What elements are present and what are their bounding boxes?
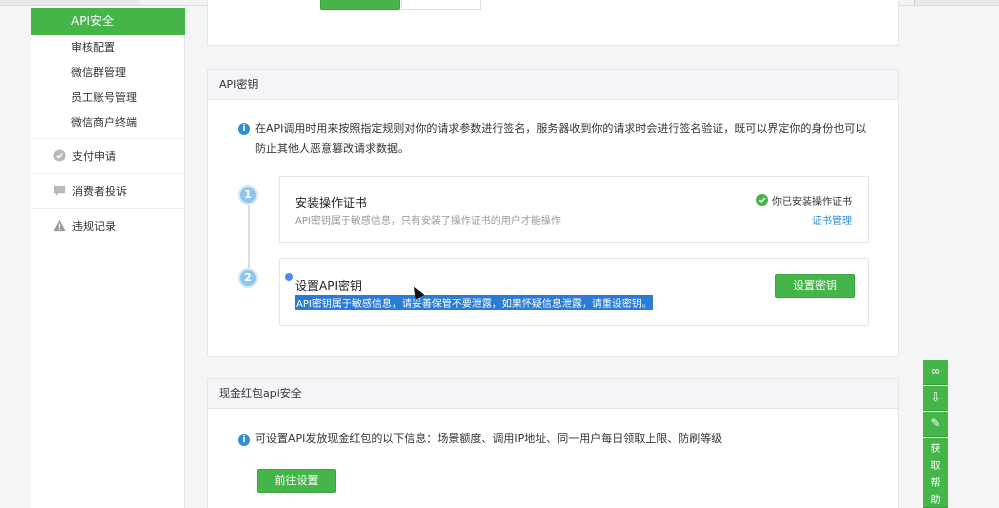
certificate-status: 你已安装操作证书 xyxy=(772,197,852,208)
help-button[interactable]: 获取帮助 xyxy=(923,438,948,508)
sidebar-item-consumer-complaints[interactable]: 消费者投诉 xyxy=(31,173,185,206)
red-packet-info-text: 可设置API发放现金红包的以下信息：场景额度、调用IP地址、同一用户每日领取上限… xyxy=(255,432,723,445)
download-icon: ⇩ xyxy=(930,390,941,404)
card-title: API密钥 xyxy=(208,70,898,100)
step-number-badge: 1 xyxy=(238,185,258,205)
sidebar-item-review-config[interactable]: 审核配置 xyxy=(71,39,115,55)
step-set-api-key: 设置API密钥 API密钥属于敏感信息，请妥善保管不要泄露，如果怀疑信息泄露，请… xyxy=(279,258,869,326)
certificate-card xyxy=(207,0,899,46)
step-title: 设置API密钥 xyxy=(295,279,362,293)
edit-tool-button[interactable]: ✎ xyxy=(923,412,948,437)
sidebar-item-merchant-terminal[interactable]: 微信商户终端 xyxy=(71,114,137,130)
step-title: 安装操作证书 xyxy=(295,196,368,210)
api-key-info-text: 在API调用时用来按照指定规则对你的请求参数进行签名，服务器收到你的请求时会进行… xyxy=(255,122,867,155)
sidebar-item-label: 支付申请 xyxy=(72,150,116,163)
focus-dot xyxy=(285,273,293,281)
step-description: API密钥属于敏感信息，请妥善保管不要泄露，如果怀疑信息泄露，请重设密钥。 xyxy=(295,295,653,310)
sidebar-item-staff-accounts[interactable]: 员工账号管理 xyxy=(71,89,137,105)
sidebar-item-label: 违规记录 xyxy=(72,220,116,233)
sidebar-item-api-security[interactable]: API安全 xyxy=(31,8,185,35)
warning-icon xyxy=(53,219,66,232)
sidebar-item-wechat-group[interactable]: 微信群管理 xyxy=(71,64,126,80)
certificate-manage-link[interactable]: 证书管理 xyxy=(812,212,852,227)
certificate-secondary-button[interactable] xyxy=(401,0,481,10)
chat-bubble-icon xyxy=(53,185,66,197)
info-icon: i xyxy=(238,434,250,446)
check-circle-icon xyxy=(53,149,66,162)
help-label: 获取帮助 xyxy=(930,444,941,506)
download-tool-button[interactable]: ⇩ xyxy=(923,386,948,411)
set-key-button[interactable]: 设置密钥 xyxy=(775,274,855,298)
sidebar: API安全 审核配置 微信群管理 员工账号管理 微信商户终端 支付申请 消费者投… xyxy=(31,6,185,508)
step-connector xyxy=(248,205,250,272)
link-tool-button[interactable]: ∞ xyxy=(923,360,948,385)
step-description: API密钥属于敏感信息，只有安装了操作证书的用户才能操作 xyxy=(295,216,561,227)
sidebar-item-payment-apply[interactable]: 支付申请 xyxy=(31,138,185,171)
certificate-primary-button[interactable] xyxy=(320,0,400,10)
sidebar-item-label: 消费者投诉 xyxy=(72,185,127,198)
card-title: 现金红包api安全 xyxy=(208,379,898,409)
info-icon: i xyxy=(238,123,250,135)
link-icon: ∞ xyxy=(930,364,941,378)
goto-settings-button[interactable]: 前往设置 xyxy=(257,469,336,493)
step-number-badge: 2 xyxy=(238,268,258,288)
edit-icon: ✎ xyxy=(930,416,941,430)
step-install-certificate: 安装操作证书 API密钥属于敏感信息，只有安装了操作证书的用户才能操作 你已安装… xyxy=(279,176,869,243)
sidebar-item-violation-records[interactable]: 违规记录 xyxy=(31,208,185,241)
check-circle-icon xyxy=(756,194,768,206)
